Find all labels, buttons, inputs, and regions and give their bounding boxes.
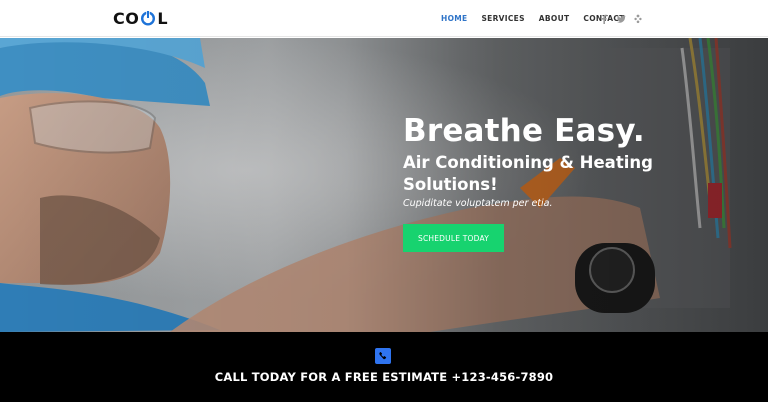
hero-subtitle-line2: Solutions! [403, 175, 498, 194]
schedule-today-button[interactable]: SCHEDULE TODAY [403, 224, 504, 252]
yelp-icon[interactable] [634, 11, 642, 24]
nav-home[interactable]: HOME [441, 14, 467, 23]
site-header: CO L HOME SERVICES ABOUT CONTACT [0, 0, 768, 37]
logo[interactable]: CO L [113, 8, 168, 28]
nav-services[interactable]: SERVICES [481, 14, 524, 23]
nav-about[interactable]: ABOUT [539, 14, 570, 23]
call-to-action-text: CALL TODAY FOR A FREE ESTIMATE +123-456-… [214, 370, 554, 384]
phone-icon[interactable] [375, 348, 391, 364]
hero-subtitle-line1: Air Conditioning & Heating [403, 153, 653, 172]
logo-text-right: L [157, 8, 169, 28]
social-links [600, 11, 642, 24]
facebook-icon[interactable] [600, 11, 608, 24]
twitter-icon[interactable] [617, 11, 626, 23]
logo-text-left: CO [113, 8, 140, 28]
hero-section: Breathe Easy. Air Conditioning & Heating… [0, 38, 768, 332]
power-icon [141, 10, 156, 26]
call-bar: CALL TODAY FOR A FREE ESTIMATE +123-456-… [0, 332, 768, 402]
hero-text: Breathe Easy. Air Conditioning & Heating… [403, 112, 653, 209]
hero-tagline: Cupiditate voluptatem per etia. [403, 198, 553, 209]
hero-title: Breathe Easy. [403, 113, 645, 149]
